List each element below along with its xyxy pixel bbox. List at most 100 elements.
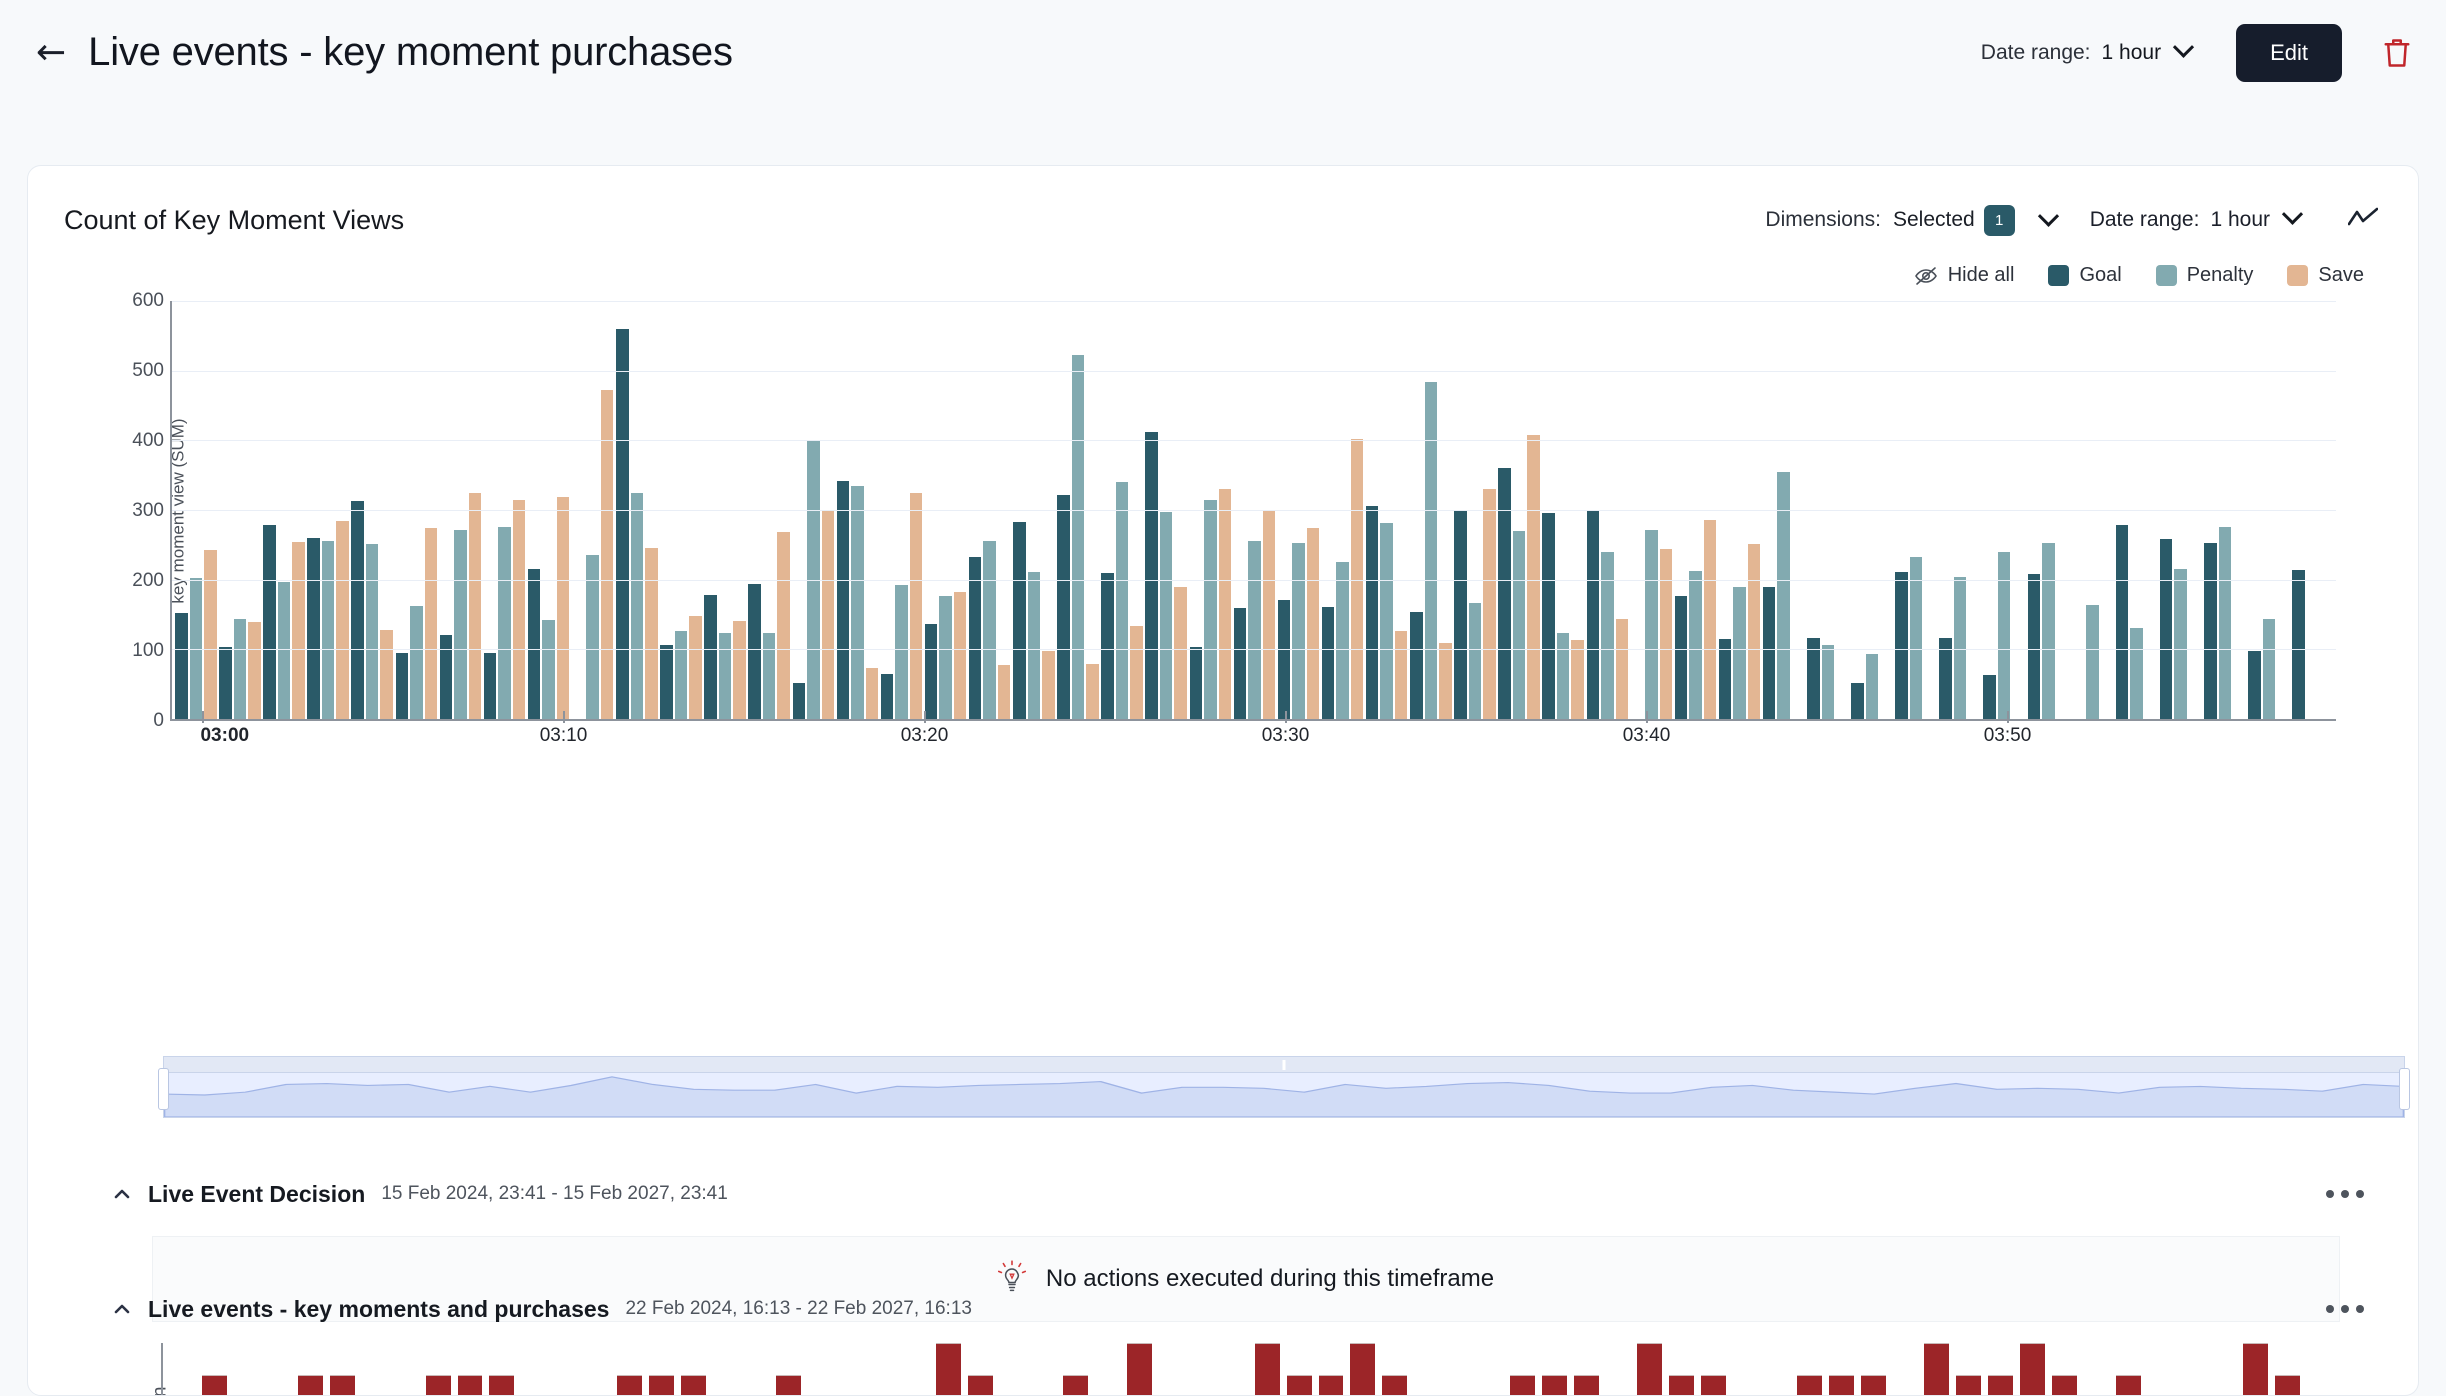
bar[interactable]: [1498, 468, 1511, 719]
bar[interactable]: [777, 532, 790, 719]
decision-bar-slot[interactable]: [486, 1343, 518, 1396]
decision-bar-slot[interactable]: [1953, 1343, 1985, 1396]
bar[interactable]: [234, 619, 247, 719]
bar[interactable]: [866, 668, 879, 719]
decision-bar-slot[interactable]: [996, 1343, 1028, 1396]
decision-bar-slot[interactable]: [1219, 1343, 1251, 1396]
bar[interactable]: [1983, 675, 1996, 719]
bar[interactable]: [763, 633, 776, 719]
bar[interactable]: [1042, 651, 1055, 719]
bar[interactable]: [380, 630, 393, 719]
decision-bar-slot[interactable]: [263, 1343, 295, 1396]
bar[interactable]: [2219, 527, 2232, 719]
bar[interactable]: [2204, 543, 2217, 719]
decision-bar[interactable]: [1127, 1343, 1152, 1396]
decision-bar-slot[interactable]: [1283, 1343, 1315, 1396]
legend-item-penalty[interactable]: Penalty: [2156, 264, 2254, 287]
decision-bar-slot[interactable]: [1315, 1343, 1347, 1396]
arrow-left-icon[interactable]: ←: [36, 35, 66, 71]
decision-bar-slot[interactable]: [1411, 1343, 1443, 1396]
decision-bar-slot[interactable]: [900, 1343, 932, 1396]
bar[interactable]: [425, 528, 438, 719]
bar[interactable]: [248, 622, 261, 719]
decision-bar-slot[interactable]: [1602, 1343, 1634, 1396]
bar[interactable]: [322, 541, 335, 719]
bar[interactable]: [1601, 552, 1614, 719]
bar[interactable]: [1587, 511, 1600, 719]
bar[interactable]: [1954, 577, 1967, 719]
bar[interactable]: [733, 621, 746, 719]
bar[interactable]: [2116, 525, 2129, 719]
decision-bar-slot[interactable]: [1188, 1343, 1220, 1396]
bar[interactable]: [1895, 572, 1908, 719]
decision-bar[interactable]: [426, 1375, 451, 1396]
decision-bar[interactable]: [202, 1375, 227, 1396]
bar[interactable]: [1145, 432, 1158, 719]
decision-bar-slot[interactable]: [295, 1343, 327, 1396]
bar[interactable]: [689, 616, 702, 719]
decision-bar[interactable]: [330, 1375, 355, 1396]
bar[interactable]: [1439, 643, 1452, 719]
trash-icon[interactable]: [2382, 36, 2412, 70]
bar[interactable]: [1278, 600, 1291, 719]
bar[interactable]: [513, 500, 526, 719]
bar[interactable]: [1704, 520, 1717, 719]
decision-bar-slot[interactable]: [1666, 1343, 1698, 1396]
more-options-icon[interactable]: [2316, 1295, 2374, 1323]
decision-bar[interactable]: [1669, 1375, 1694, 1396]
decision-bar-slot[interactable]: [422, 1343, 454, 1396]
decision-bar-slot[interactable]: [1857, 1343, 1889, 1396]
more-options-icon[interactable]: [2316, 1180, 2374, 1208]
decision-bar[interactable]: [617, 1375, 642, 1396]
bar[interactable]: [1469, 603, 1482, 719]
bar[interactable]: [1910, 557, 1923, 719]
bar[interactable]: [2263, 619, 2276, 719]
decision-bar-slot[interactable]: [582, 1343, 614, 1396]
decision-bar-slot[interactable]: [709, 1343, 741, 1396]
bar[interactable]: [969, 557, 982, 719]
decision-bar-slot[interactable]: [869, 1343, 901, 1396]
bar[interactable]: [1527, 435, 1540, 719]
bar[interactable]: [910, 493, 923, 719]
decision-bar[interactable]: [1829, 1375, 1854, 1396]
bar[interactable]: [631, 493, 644, 719]
bar[interactable]: [292, 542, 305, 719]
brush-preview-area[interactable]: [163, 1072, 2405, 1118]
decision-bar[interactable]: [649, 1375, 674, 1396]
decision-bar-slot[interactable]: [1443, 1343, 1475, 1396]
bar[interactable]: [2160, 539, 2173, 719]
decision-bar-slot[interactable]: [1698, 1343, 1730, 1396]
decision-bar[interactable]: [458, 1375, 483, 1396]
bar[interactable]: [851, 486, 864, 719]
date-range-selector-card[interactable]: Date range: 1 hour: [2090, 208, 2300, 232]
decision-bar-slot[interactable]: [932, 1343, 964, 1396]
bar[interactable]: [1822, 645, 1835, 719]
bar[interactable]: [454, 530, 467, 719]
bar[interactable]: [1454, 510, 1467, 719]
bar[interactable]: [2086, 605, 2099, 719]
bar[interactable]: [1234, 608, 1247, 719]
decision-bar-slot[interactable]: [1889, 1343, 1921, 1396]
bar[interactable]: [1851, 683, 1864, 719]
decision-bar-slot[interactable]: [1825, 1343, 1857, 1396]
decision-bar[interactable]: [968, 1375, 993, 1396]
decision-bar[interactable]: [489, 1375, 514, 1396]
decision-bar-slot[interactable]: [964, 1343, 996, 1396]
bar[interactable]: [1998, 552, 2011, 719]
decision-bar-slot[interactable]: [2304, 1343, 2336, 1396]
bar[interactable]: [793, 683, 806, 719]
bar[interactable]: [1571, 640, 1584, 719]
decision-bar-slot[interactable]: [1730, 1343, 1762, 1396]
decision-bar-slot[interactable]: [1762, 1343, 1794, 1396]
decision-bar-slot[interactable]: [2080, 1343, 2112, 1396]
bar[interactable]: [336, 521, 349, 719]
bar[interactable]: [263, 525, 276, 719]
decision-bar-slot[interactable]: [1634, 1343, 1666, 1396]
bar[interactable]: [1248, 541, 1261, 719]
chevron-up-icon[interactable]: [112, 1299, 132, 1319]
bar[interactable]: [1616, 619, 1629, 719]
bar[interactable]: [1130, 626, 1143, 719]
decision-bar-slot[interactable]: [1028, 1343, 1060, 1396]
decision-bar-slot[interactable]: [2112, 1343, 2144, 1396]
bar[interactable]: [528, 569, 541, 719]
